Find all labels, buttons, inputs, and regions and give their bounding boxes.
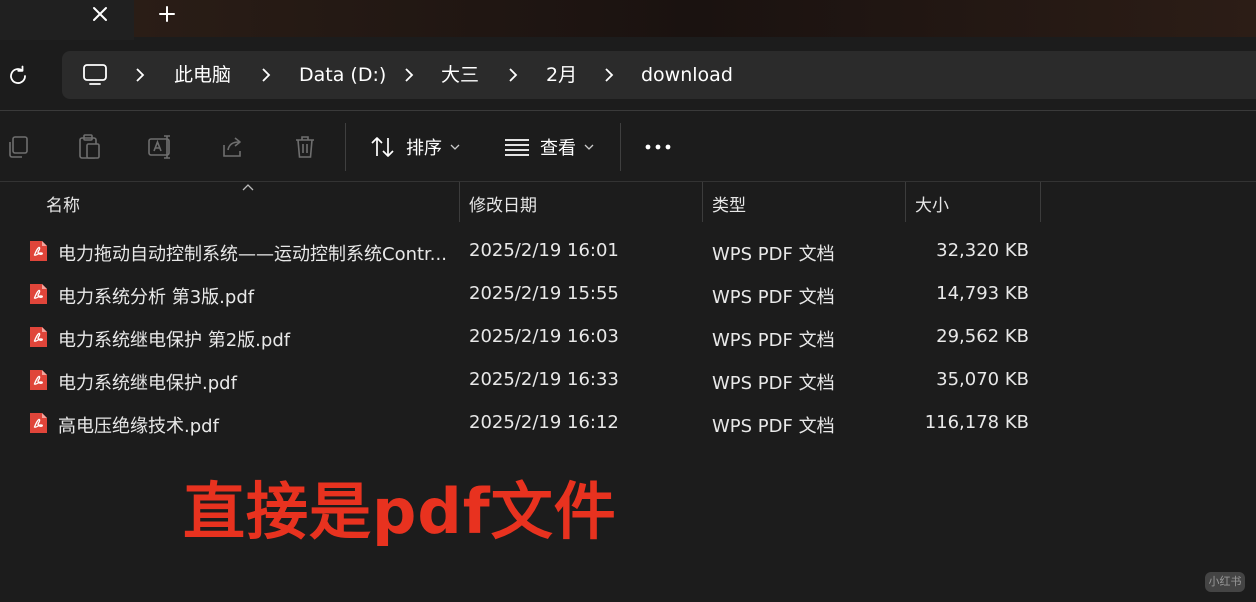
- chevron-right-icon[interactable]: [134, 67, 146, 83]
- file-size: 29,562 KB: [936, 326, 1029, 347]
- file-type: WPS PDF 文档: [712, 373, 835, 394]
- sort-button[interactable]: 排序: [370, 133, 470, 161]
- pdf-file-icon: [30, 413, 47, 433]
- view-label: 查看: [540, 138, 576, 159]
- plus-icon[interactable]: [155, 2, 179, 26]
- chevron-down-icon: [450, 144, 460, 150]
- breadcrumb-folder-2[interactable]: 2月: [546, 63, 577, 87]
- column-header-size[interactable]: 大小: [915, 191, 949, 216]
- chevron-right-icon[interactable]: [403, 67, 415, 83]
- pdf-file-icon: [30, 370, 47, 390]
- column-separator[interactable]: [459, 182, 460, 222]
- chevron-right-icon[interactable]: [507, 67, 519, 83]
- breadcrumb-folder-1[interactable]: 大三: [441, 63, 479, 87]
- column-header-modified[interactable]: 修改日期: [469, 191, 537, 216]
- view-button[interactable]: 查看: [504, 133, 604, 161]
- address-bar[interactable]: 此电脑 Data (D:) 大三 2月 download: [62, 51, 1256, 99]
- computer-icon[interactable]: [82, 63, 108, 87]
- pdf-file-icon: [30, 284, 47, 304]
- file-row[interactable]: 电力系统分析 第3版.pdf 2025/2/19 15:55 WPS PDF 文…: [0, 272, 1256, 315]
- file-type: WPS PDF 文档: [712, 416, 835, 437]
- sort-label: 排序: [406, 138, 442, 159]
- close-icon[interactable]: [88, 2, 112, 26]
- active-tab[interactable]: [0, 0, 134, 40]
- file-name: 高电压绝缘技术.pdf: [58, 416, 219, 437]
- column-separator[interactable]: [1040, 182, 1041, 222]
- sort-icon: [371, 137, 394, 157]
- column-header-type[interactable]: 类型: [712, 191, 746, 216]
- breadcrumb-this-pc[interactable]: 此电脑: [174, 63, 231, 87]
- pdf-file-icon: [30, 327, 47, 347]
- file-modified: 2025/2/19 16:01: [469, 240, 619, 261]
- file-modified: 2025/2/19 16:33: [469, 369, 619, 390]
- view-icon: [505, 139, 529, 156]
- file-type: WPS PDF 文档: [712, 244, 835, 265]
- file-modified: 2025/2/19 16:03: [469, 326, 619, 347]
- toolbar-separator: [345, 123, 346, 171]
- copy-icon[interactable]: [4, 133, 32, 161]
- file-size: 14,793 KB: [936, 283, 1029, 304]
- file-name: 电力系统继电保护 第2版.pdf: [58, 330, 291, 351]
- toolbar-separator: [620, 123, 621, 171]
- file-modified: 2025/2/19 15:55: [469, 283, 619, 304]
- file-modified: 2025/2/19 16:12: [469, 412, 619, 433]
- tab-bar: [0, 0, 1256, 40]
- file-row[interactable]: 电力系统继电保护.pdf 2025/2/19 16:33 WPS PDF 文档 …: [0, 358, 1256, 401]
- column-header-name[interactable]: 名称: [46, 191, 80, 216]
- breadcrumb-download[interactable]: download: [641, 63, 733, 87]
- column-header-row: 名称 修改日期 类型 大小: [0, 182, 1256, 222]
- tab-strip: [134, 0, 1256, 37]
- file-row[interactable]: 电力系统继电保护 第2版.pdf 2025/2/19 16:03 WPS PDF…: [0, 315, 1256, 358]
- more-options-icon[interactable]: [643, 133, 675, 161]
- sort-ascending-icon: [242, 184, 254, 191]
- paste-icon[interactable]: [75, 133, 103, 161]
- file-type: WPS PDF 文档: [712, 287, 835, 308]
- address-row: 此电脑 Data (D:) 大三 2月 download: [0, 40, 1256, 112]
- annotation-text: 直接是pdf文件: [183, 475, 617, 548]
- file-name: 电力系统分析 第3版.pdf: [58, 287, 255, 308]
- column-separator[interactable]: [702, 182, 703, 222]
- pdf-file-icon: [30, 241, 47, 261]
- file-name: 电力拖动自动控制系统——运动控制系统Contr...: [58, 244, 447, 265]
- watermark: 小红书: [1205, 572, 1245, 592]
- file-type: WPS PDF 文档: [712, 330, 835, 351]
- column-separator[interactable]: [905, 182, 906, 222]
- command-toolbar: 排序 查看: [0, 111, 1256, 181]
- file-size: 116,178 KB: [924, 412, 1029, 433]
- delete-icon[interactable]: [291, 133, 319, 161]
- chevron-right-icon[interactable]: [603, 67, 615, 83]
- chevron-down-icon: [584, 144, 594, 150]
- chevron-right-icon[interactable]: [260, 67, 272, 83]
- refresh-icon[interactable]: [6, 64, 30, 88]
- share-icon[interactable]: [219, 133, 247, 161]
- rename-icon[interactable]: [147, 133, 175, 161]
- breadcrumb-drive[interactable]: Data (D:): [299, 63, 386, 87]
- file-size: 32,320 KB: [936, 240, 1029, 261]
- file-size: 35,070 KB: [936, 369, 1029, 390]
- file-row[interactable]: 高电压绝缘技术.pdf 2025/2/19 16:12 WPS PDF 文档 1…: [0, 401, 1256, 444]
- file-name: 电力系统继电保护.pdf: [58, 373, 237, 394]
- file-row[interactable]: 电力拖动自动控制系统——运动控制系统Contr... 2025/2/19 16:…: [0, 229, 1256, 272]
